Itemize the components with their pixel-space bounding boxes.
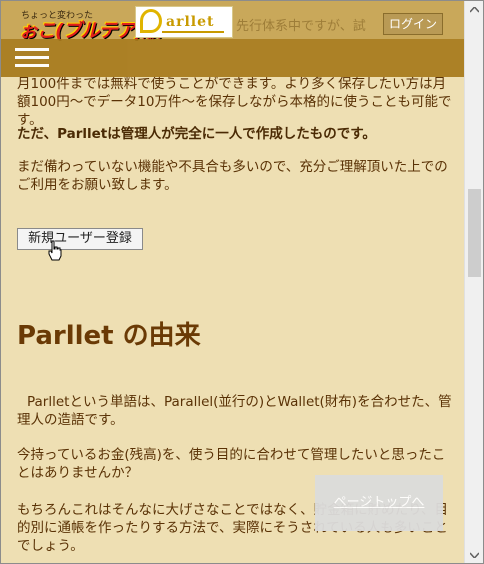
logo-underline (162, 31, 224, 33)
chevron-down-icon[interactable] (465, 546, 483, 563)
site-logo[interactable]: ちょっと変わった ぉこ(ブルテア)版 arllet (15, 4, 235, 42)
nav-bar (1, 39, 464, 77)
hamburger-menu-icon[interactable] (15, 48, 49, 68)
header-underlying-text: 先行体系中ですが、試 (236, 19, 366, 34)
login-button[interactable]: ログイン (383, 13, 443, 35)
site-header: ちょっと変わった ぉこ(ブルテア)版 arllet 先行体系中ですが、試 ログイ… (1, 1, 464, 42)
chevron-up-icon[interactable] (465, 1, 483, 18)
intro-paragraph-3: まだ備わっていない機能や不具合も多いので、充分ご理解頂いた上でのご利用をお願い致… (17, 159, 448, 193)
logo-badge-word: arllet (166, 14, 215, 30)
vertical-scrollbar[interactable] (464, 1, 483, 563)
section-heading-origin: Parllet の由来 (17, 321, 201, 351)
signup-button[interactable]: 新規ユーザー登録 (17, 228, 143, 250)
intro-paragraph-1: 月100件までは無料で使うことができます。より多く保存したい方は月額100円〜で… (17, 76, 452, 128)
parllet-logo-badge: arllet (135, 6, 233, 38)
page-viewport: 月100件までは無料で使うことができます。より多く保存したい方は月額100円〜で… (1, 1, 464, 563)
intro-paragraph-2: ただ、Parlletは管理人が完全に一人で作成したものです。 (17, 126, 376, 142)
scrollbar-thumb[interactable] (468, 189, 481, 277)
origin-paragraph-1: Parlletという単語は、Parallel(並行の)とWallet(財布)を合… (17, 394, 452, 428)
page-top-button[interactable]: ページトップへ (315, 475, 443, 531)
logo-p-mark (140, 9, 162, 33)
browser-window: 月100件までは無料で使うことができます。より多く保存したい方は月額100円〜で… (0, 0, 484, 564)
hand-cursor-icon (48, 240, 62, 261)
